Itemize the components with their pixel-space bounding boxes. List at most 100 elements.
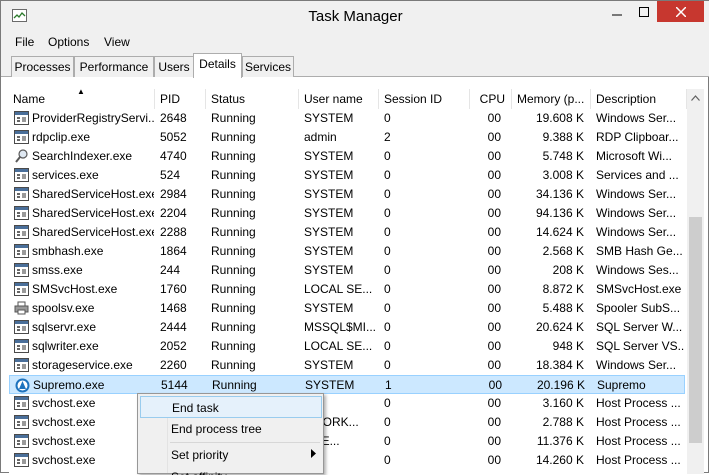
process-pid: 2648 xyxy=(160,111,187,125)
vertical-scrollbar[interactable] xyxy=(687,89,704,474)
window-process-icon xyxy=(14,187,29,201)
process-pid: 5144 xyxy=(161,378,188,392)
scroll-thumb[interactable] xyxy=(689,217,702,443)
window-process-icon xyxy=(14,453,29,467)
process-row[interactable]: SharedServiceHost.exe 2984 Running SYSTEM 0 0… xyxy=(9,185,685,204)
process-row[interactable]: sqlservr.exe 2444 Running MSSQL$MI... 0 00 20.… xyxy=(9,318,685,337)
process-row[interactable]: SharedServiceHost.exe 2288 Running SYSTEM 0 0… xyxy=(9,223,685,242)
process-pid: 244 xyxy=(160,263,181,277)
process-name: SharedServiceHost.exe xyxy=(32,225,154,239)
process-cpu: 00 xyxy=(487,282,501,296)
process-description: Windows Ses... xyxy=(596,263,679,277)
process-cpu: 00 xyxy=(487,225,501,239)
process-description: Windows Ser... xyxy=(596,187,677,201)
process-status: Running xyxy=(211,225,256,239)
process-status: Running xyxy=(211,263,256,277)
menu-options[interactable]: Options xyxy=(48,35,89,49)
process-description: SQL Server VS... xyxy=(596,339,684,353)
process-row[interactable]: SharedServiceHost.exe 2204 Running SYSTEM 0 0… xyxy=(9,204,685,223)
process-memory: 20.624 K xyxy=(535,320,584,334)
process-description: Windows Ser... xyxy=(596,358,677,372)
tab-users[interactable]: Users xyxy=(154,56,194,77)
window-process-icon xyxy=(14,415,29,429)
maximize-icon xyxy=(638,6,649,17)
menu-view[interactable]: View xyxy=(104,35,130,49)
maximize-button[interactable] xyxy=(630,1,657,22)
window-title: Task Manager xyxy=(308,8,403,25)
tab-processes[interactable]: Processes xyxy=(11,56,74,77)
process-row[interactable]: services.exe 524 Running SYSTEM 0 00 3.008 K Se… xyxy=(9,166,685,185)
process-session: 2 xyxy=(384,130,391,144)
window-process-icon xyxy=(14,168,29,182)
process-user: SYSTEM xyxy=(304,244,354,258)
column-header-cpu[interactable]: CPU xyxy=(471,89,512,109)
column-header-session[interactable]: Session ID xyxy=(380,89,470,109)
scroll-up-button[interactable] xyxy=(687,89,704,106)
list-header: Name ▲ PID Status User name Session ID C… xyxy=(9,89,687,109)
process-cpu: 00 xyxy=(487,149,501,163)
minimize-button[interactable] xyxy=(604,1,630,22)
process-status: Running xyxy=(211,168,256,182)
process-session: 0 xyxy=(384,339,391,353)
process-row[interactable]: svchost.exe 0 00 3.160 K Host Process ... xyxy=(9,394,685,413)
process-memory: 5.488 K xyxy=(542,301,584,315)
process-memory: 2.788 K xyxy=(542,415,584,429)
process-row[interactable]: ProviderRegistryServi... 2648 Running SYSTE… xyxy=(9,109,685,128)
process-memory: 19.608 K xyxy=(535,111,584,125)
title-bar[interactable]: Task Manager xyxy=(1,1,709,31)
process-status: Running xyxy=(211,130,256,144)
process-cpu: 00 xyxy=(487,320,501,334)
menu-file[interactable]: File xyxy=(15,35,34,49)
menu-item-set-priority[interactable]: Set priority xyxy=(140,444,322,466)
process-user: SYSTEM xyxy=(305,378,355,392)
process-pid: 524 xyxy=(160,168,181,182)
window-process-icon xyxy=(14,358,29,372)
process-status: Running xyxy=(211,244,256,258)
process-memory: 3.160 K xyxy=(542,396,584,410)
process-row[interactable]: SearchIndexer.exe 4740 Running SYSTEM 0 00 5.7… xyxy=(9,147,685,166)
process-session: 0 xyxy=(384,301,391,315)
close-button[interactable] xyxy=(657,1,704,22)
process-user: SYSTEM xyxy=(304,225,354,239)
tab-services[interactable]: Services xyxy=(242,56,294,77)
process-session: 1 xyxy=(385,378,392,392)
process-description: Windows Ser... xyxy=(596,206,677,220)
process-pid: 2204 xyxy=(160,206,187,220)
column-header-description[interactable]: Description xyxy=(592,89,687,109)
scroll-up-icon xyxy=(691,94,700,101)
tab-performance[interactable]: Performance xyxy=(74,56,154,77)
menu-item-end-task[interactable]: End task xyxy=(140,396,322,418)
window-process-icon xyxy=(14,282,29,296)
process-row[interactable]: storageservice.exe 2260 Running SYSTEM 0 00 18… xyxy=(9,356,685,375)
process-description: Host Process ... xyxy=(596,453,681,467)
process-row[interactable]: Supremo.exe 5144 Running SYSTEM 1 00 20.196 K S… xyxy=(9,375,685,394)
process-row[interactable]: svchost.exeL SE...00011.376 KHost Proces… xyxy=(9,432,685,451)
process-status: Running xyxy=(211,111,256,125)
process-status: Running xyxy=(211,187,256,201)
column-header-name[interactable]: Name ▲ xyxy=(9,89,155,109)
process-row[interactable]: svchost.exe 0 00 14.260 K Host Process ... xyxy=(9,451,685,470)
process-row[interactable]: smbhash.exe 1864 Running SYSTEM 0 00 2.568 K SM… xyxy=(9,242,685,261)
process-cpu: 00 xyxy=(487,358,501,372)
window-process-icon xyxy=(14,130,29,144)
column-header-pid[interactable]: PID xyxy=(156,89,206,109)
process-row[interactable]: sqlwriter.exe 2052 Running LOCAL SE... 0 00 94… xyxy=(9,337,685,356)
process-session: 0 xyxy=(384,168,391,182)
column-header-memory[interactable]: Memory (p... xyxy=(513,89,591,109)
column-header-user[interactable]: User name xyxy=(300,89,379,109)
menu-item-end-process-tree[interactable]: End process tree xyxy=(140,418,322,440)
process-name: smss.exe xyxy=(32,263,83,277)
process-session: 0 xyxy=(384,149,391,163)
process-memory: 8.872 K xyxy=(542,282,584,296)
menu-item-set-affinity[interactable]: Set affinity xyxy=(140,466,322,475)
process-row[interactable]: SMSvcHost.exe 1760 Running LOCAL SE... 0 00 8.… xyxy=(9,280,685,299)
process-row[interactable]: spoolsv.exe 1468 Running SYSTEM 0 00 5.488 K Sp… xyxy=(9,299,685,318)
process-row[interactable]: smss.exe 244 Running SYSTEM 0 00 208 K Windows … xyxy=(9,261,685,280)
tab-details[interactable]: Details xyxy=(193,53,242,78)
process-session: 0 xyxy=(384,111,391,125)
process-pid: 4740 xyxy=(160,149,187,163)
process-row[interactable]: rdpclip.exe 5052 Running admin 2 00 9.388 K RDP… xyxy=(9,128,685,147)
process-row[interactable]: svchost.exe TWORK... 0 00 2.788 K Host Proces… xyxy=(9,413,685,432)
column-header-status[interactable]: Status xyxy=(207,89,299,109)
process-name: SMSvcHost.exe xyxy=(32,282,118,296)
